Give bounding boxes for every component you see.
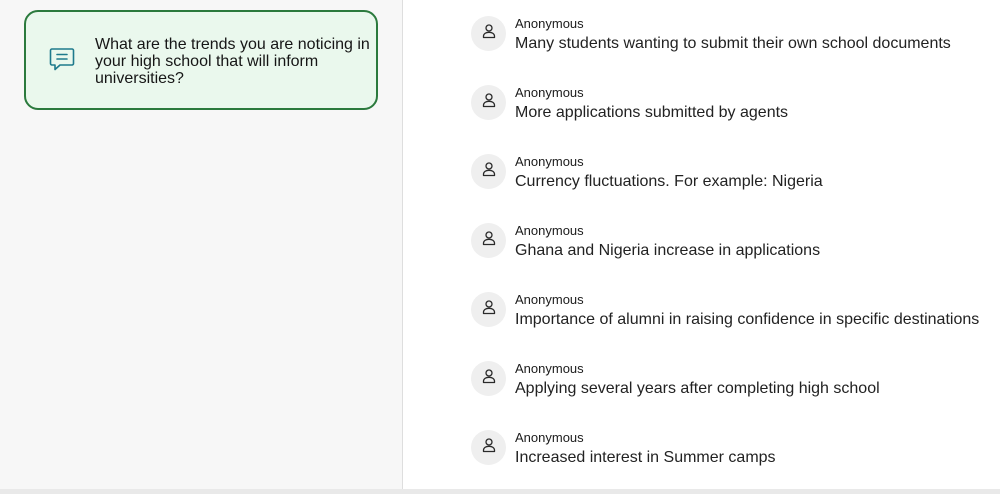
bottom-border: [0, 489, 1000, 494]
avatar: [471, 292, 506, 327]
response-text: Increased interest in Summer camps: [515, 449, 776, 466]
user-icon: [482, 437, 496, 458]
response-author: Anonymous: [515, 361, 584, 376]
user-icon: [482, 368, 496, 389]
user-icon: [482, 92, 496, 113]
avatar: [471, 361, 506, 396]
user-icon: [482, 161, 496, 182]
response-author: Anonymous: [515, 85, 584, 100]
response-item: Anonymous More applications submitted by…: [471, 85, 1000, 133]
response-author: Anonymous: [515, 223, 584, 238]
response-item: Anonymous Many students wanting to submi…: [471, 16, 1000, 64]
avatar: [471, 16, 506, 51]
response-item: Anonymous Currency fluctuations. For exa…: [471, 154, 1000, 202]
user-icon: [482, 230, 496, 251]
response-text: Currency fluctuations. For example: Nige…: [515, 173, 823, 190]
response-item: Anonymous Applying several years after c…: [471, 361, 1000, 409]
user-icon: [482, 299, 496, 320]
question-text: What are the trends you are noticing in …: [95, 36, 370, 87]
response-author: Anonymous: [515, 292, 584, 307]
response-text: More applications submitted by agents: [515, 104, 789, 121]
response-text: Applying several years after completing …: [515, 380, 880, 397]
response-item: Anonymous Ghana and Nigeria increase in …: [471, 223, 1000, 271]
avatar: [471, 430, 506, 465]
avatar: [471, 223, 506, 258]
response-author: Anonymous: [515, 430, 584, 445]
response-author: Anonymous: [515, 16, 584, 31]
response-text: Importance of alumni in raising confiden…: [515, 311, 980, 328]
question-panel: What are the trends you are noticing in …: [0, 0, 402, 489]
response-item: Anonymous Importance of alumni in raisin…: [471, 292, 1000, 340]
avatar: [471, 85, 506, 120]
response-text: Many students wanting to submit their ow…: [515, 35, 951, 52]
response-text: Ghana and Nigeria increase in applicatio…: [515, 242, 821, 259]
chat-lines-icon: [48, 44, 76, 72]
avatar: [471, 154, 506, 189]
question-card[interactable]: What are the trends you are noticing in …: [24, 10, 378, 110]
response-item: Anonymous Increased interest in Summer c…: [471, 430, 1000, 478]
app-window: What are the trends you are noticing in …: [0, 0, 1000, 494]
response-author: Anonymous: [515, 154, 584, 169]
user-icon: [482, 23, 496, 44]
